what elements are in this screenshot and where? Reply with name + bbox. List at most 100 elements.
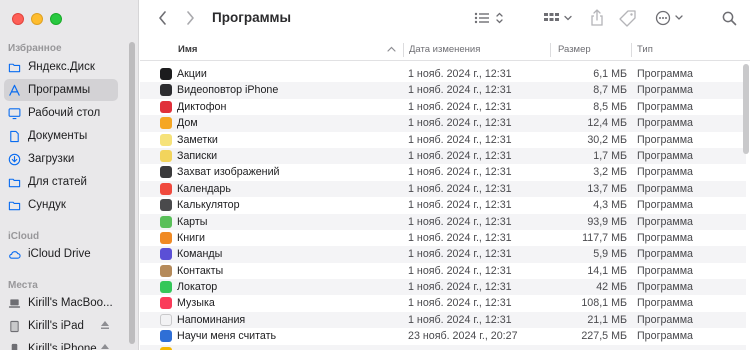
cell-size: 6,1 МБ (593, 68, 627, 80)
tag-button[interactable] (618, 8, 638, 28)
cell-name: Видеоповтор iPhone (177, 84, 279, 97)
search-button[interactable] (720, 8, 738, 28)
table-row[interactable]: Диктофон 1 нояб. 2024 г., 12:31 8,5 МБ Прог… (140, 99, 746, 115)
cell-type: Программа (637, 133, 693, 146)
sidebar-item-icloud-0[interactable]: iCloud Drive (4, 243, 118, 265)
cell-date: 1 нояб. 2024 г., 12:31 (408, 68, 512, 80)
applications-icon (8, 84, 21, 97)
cell-size: 93,9 МБ (587, 215, 627, 228)
sidebar-item-locations-1[interactable]: Kirill's iPad (4, 315, 118, 337)
cell-date: 1 нояб. 2024 г., 12:31 (408, 248, 512, 261)
table-row[interactable]: Записки 1 нояб. 2024 г., 12:31 1,7 МБ Прогр… (140, 147, 746, 165)
folder-icon (8, 176, 21, 189)
sidebar-item-favorites-4[interactable]: Загрузки (4, 148, 118, 170)
more-actions-button[interactable] (654, 8, 688, 28)
sidebar-item-favorites-1[interactable]: Программы (4, 79, 118, 101)
cell-name: Календарь (177, 182, 231, 195)
minimize-window-button[interactable] (31, 13, 43, 25)
sidebar-item-label: Сундук (28, 199, 66, 211)
file-list: Акции 1 нояб. 2024 г., 12:31 6,1 МБ Програм… (140, 66, 746, 350)
table-row[interactable]: Дом 1 нояб. 2024 г., 12:31 12,4 МБ Программ… (140, 115, 746, 132)
column-header-name[interactable]: Имя (178, 39, 197, 60)
table-row[interactable]: Заметки 1 нояб. 2024 г., 12:31 30,2 МБ Прог… (140, 132, 746, 148)
sidebar-item-favorites-2[interactable]: Рабочий стол (4, 102, 118, 124)
table-row[interactable]: Захват изображений 1 нояб. 2024 г., 12:31… (140, 164, 746, 180)
app-icon (160, 248, 172, 261)
column-header-type[interactable]: Тип (637, 39, 653, 60)
file-list-scrollbar[interactable] (743, 64, 749, 154)
sidebar-item-favorites-3[interactable]: Документы (4, 125, 118, 147)
table-row[interactable]: Видеоповтор iPhone 1 нояб. 2024 г., 12:31… (140, 82, 746, 99)
cell-type: Программа (637, 264, 693, 277)
chevron-left-icon (158, 11, 166, 25)
cell-name: Команды (177, 248, 223, 261)
cell-type: Программа (637, 199, 693, 212)
app-icon (160, 297, 172, 310)
cell-date: 1 нояб. 2024 г., 12:31 (408, 182, 512, 195)
cell-date: 23 нояб. 2024 г., 20:27 (408, 330, 518, 343)
sidebar-item-favorites-6[interactable]: Сундук (4, 194, 118, 216)
column-separator[interactable] (631, 43, 632, 57)
search-icon (722, 11, 736, 25)
table-row[interactable]: Команды 1 нояб. 2024 г., 12:31 5,9 МБ Прогр… (140, 246, 746, 263)
group-button[interactable] (542, 8, 576, 28)
sidebar-item-label: Kirill's iPhone (28, 343, 97, 350)
sidebar-item-locations-2[interactable]: Kirill's iPhone (4, 338, 118, 350)
table-row[interactable]: Напоминания 1 нояб. 2024 г., 12:31 21,1 МБ… (140, 311, 746, 329)
table-row[interactable]: Калькулятор 1 нояб. 2024 г., 12:31 4,3 МБ П… (140, 197, 746, 213)
column-header-size[interactable]: Размер (558, 39, 591, 60)
sidebar-item-locations-0[interactable]: Kirill's MacBoo... (4, 292, 118, 314)
eject-icon[interactable] (100, 342, 110, 350)
table-row[interactable]: Музыка 1 нояб. 2024 г., 12:31 108,1 МБ Прог… (140, 295, 746, 311)
table-row[interactable]: Контакты 1 нояб. 2024 г., 12:31 14,1 МБ Про… (140, 263, 746, 279)
ipad-icon (8, 320, 21, 333)
table-row[interactable]: Акции 1 нояб. 2024 г., 12:31 6,1 МБ Програм… (140, 66, 746, 82)
share-button[interactable] (588, 8, 606, 28)
app-icon (160, 68, 172, 80)
app-icon (160, 117, 172, 130)
cell-date: 1 нояб. 2024 г., 12:31 (408, 199, 512, 212)
cell-name: Книги (177, 231, 205, 244)
cell-name: Диктофон (177, 100, 227, 113)
sort-ascending-icon (387, 46, 396, 52)
sidebar-item-favorites-0[interactable]: Яндекс.Диск (4, 56, 118, 78)
sidebar-scrollbar[interactable] (129, 42, 135, 344)
cell-type: Программа (637, 313, 693, 326)
cell-size: 8,5 МБ (593, 100, 627, 113)
table-row[interactable]: Карты 1 нояб. 2024 г., 12:31 93,9 МБ Програ… (140, 213, 746, 230)
zoom-window-button[interactable] (50, 13, 62, 25)
sidebar-section-favorites: Избранное (8, 43, 62, 54)
cell-date: 1 нояб. 2024 г., 12:31 (408, 231, 512, 244)
cell-name: Научи меня считать (177, 330, 277, 343)
cell-date: 1 нояб. 2024 г., 12:31 (408, 100, 512, 113)
column-separator[interactable] (403, 43, 404, 57)
table-row[interactable]: Книги 1 нояб. 2024 г., 12:31 117,7 МБ Прогр… (140, 230, 746, 246)
table-row[interactable] (140, 344, 746, 350)
cell-name: Записки (177, 149, 218, 162)
app-icon (160, 281, 172, 294)
app-icon (160, 330, 172, 343)
sidebar-item-favorites-5[interactable]: Для статей (4, 171, 118, 193)
table-row[interactable]: Локатор 1 нояб. 2024 г., 12:31 42 МБ Програ… (140, 279, 746, 296)
table-row[interactable]: Научи меня считать 23 нояб. 2024 г., 20:2… (140, 328, 746, 344)
sidebar-item-label: Kirill's MacBoo... (28, 297, 113, 309)
eject-icon[interactable] (100, 319, 110, 331)
close-window-button[interactable] (12, 13, 24, 25)
forward-button[interactable] (182, 8, 198, 28)
app-icon (160, 231, 172, 244)
cell-type: Программа (637, 84, 693, 97)
cell-type: Программа (637, 149, 693, 162)
cell-name: Напоминания (177, 313, 246, 326)
cell-size: 12,4 МБ (587, 117, 627, 130)
column-separator[interactable] (550, 43, 551, 57)
sidebar-item-label: Программы (28, 84, 91, 96)
table-row[interactable]: Календарь 1 нояб. 2024 г., 12:31 13,7 МБ Пр… (140, 180, 746, 198)
back-button[interactable] (154, 8, 170, 28)
cell-size: 13,7 МБ (587, 182, 627, 195)
column-header-date[interactable]: Дата изменения (409, 39, 480, 60)
sidebar-section-icloud: iCloud (8, 231, 40, 242)
cell-type: Программа (637, 117, 693, 130)
window-controls (12, 13, 62, 25)
view-list-button[interactable] (473, 8, 507, 28)
tag-icon (619, 10, 636, 27)
